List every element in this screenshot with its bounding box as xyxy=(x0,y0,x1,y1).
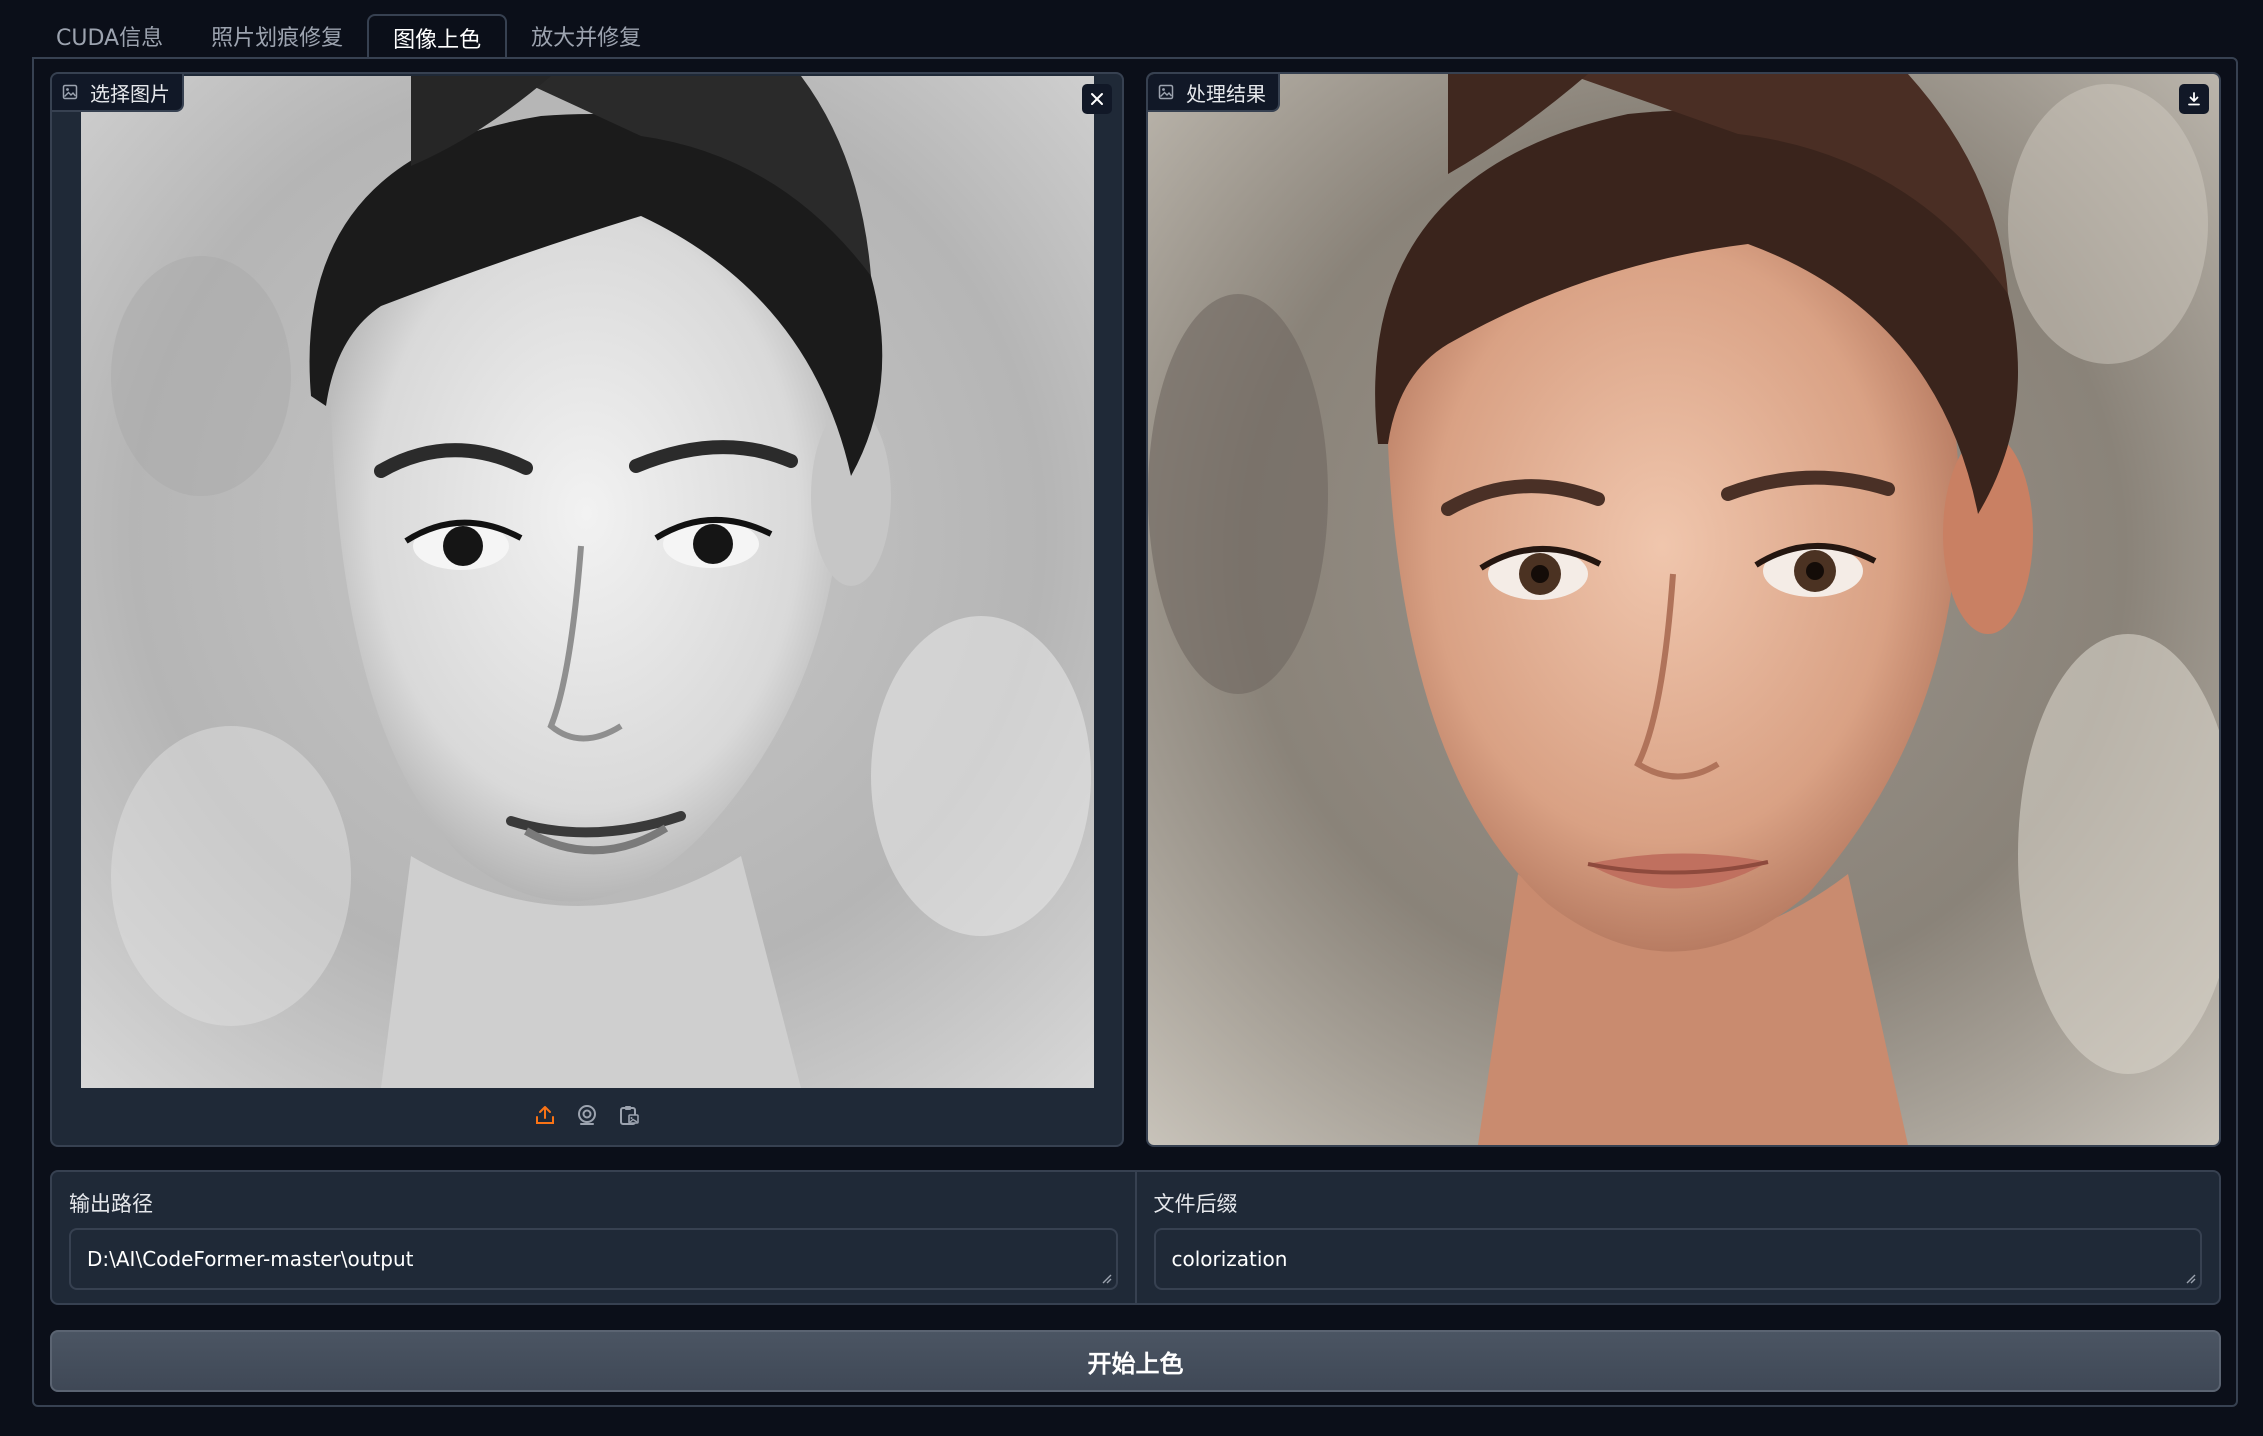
download-button[interactable] xyxy=(2179,84,2209,114)
file-suffix-input[interactable]: colorization xyxy=(1153,1228,2202,1290)
resize-handle-icon[interactable] xyxy=(1100,1272,1112,1284)
output-image-label: 处理结果 xyxy=(1148,74,1280,112)
output-path-input[interactable]: D:\AI\CodeFormer-master\output xyxy=(69,1228,1118,1290)
resize-handle-icon[interactable] xyxy=(2184,1272,2196,1284)
tab-upscale-repair[interactable]: 放大并修复 xyxy=(507,14,665,57)
upload-button[interactable] xyxy=(534,1104,556,1126)
file-suffix-label: 文件后缀 xyxy=(1153,1192,1238,1216)
file-suffix-field: 文件后缀 colorization xyxy=(1134,1172,2220,1303)
input-image-label-text: 选择图片 xyxy=(90,81,170,106)
output-photo xyxy=(1148,74,2219,1145)
output-path-label: 输出路径 xyxy=(69,1192,153,1216)
grayscale-portrait-image xyxy=(81,76,1094,1088)
settings-form: 输出路径 D:\AI\CodeFormer-master\output 文件后缀… xyxy=(50,1170,2221,1305)
webcam-button[interactable] xyxy=(576,1104,598,1126)
image-icon xyxy=(62,84,78,100)
download-icon xyxy=(2188,92,2200,106)
image-icon xyxy=(1158,84,1174,100)
output-image-label-text: 处理结果 xyxy=(1186,81,1266,106)
tab-cuda-info[interactable]: CUDA信息 xyxy=(32,14,187,57)
input-image-block: 选择图片 xyxy=(50,72,1124,1147)
webcam-icon xyxy=(578,1105,596,1125)
clipboard-icon xyxy=(620,1106,639,1125)
image-source-toolbar xyxy=(52,1104,1122,1126)
clipboard-button[interactable] xyxy=(618,1104,640,1126)
input-photo[interactable] xyxy=(81,76,1094,1088)
upload-icon xyxy=(536,1106,554,1124)
tab-bar: CUDA信息 照片划痕修复 图像上色 放大并修复 xyxy=(32,13,665,59)
output-image-block: 处理结果 xyxy=(1146,72,2221,1147)
tab-colorization[interactable]: 图像上色 xyxy=(367,14,508,59)
colorized-portrait-image xyxy=(1148,74,2219,1145)
close-icon xyxy=(1091,93,1103,105)
clear-image-button[interactable] xyxy=(1082,84,1112,114)
input-image-label: 选择图片 xyxy=(52,74,184,112)
file-suffix-value: colorization xyxy=(1171,1247,1288,1271)
output-path-value: D:\AI\CodeFormer-master\output xyxy=(87,1247,414,1271)
start-colorization-button[interactable]: 开始上色 xyxy=(50,1330,2221,1392)
tab-scratch-repair[interactable]: 照片划痕修复 xyxy=(187,14,367,57)
output-path-field: 输出路径 D:\AI\CodeFormer-master\output xyxy=(52,1172,1135,1303)
